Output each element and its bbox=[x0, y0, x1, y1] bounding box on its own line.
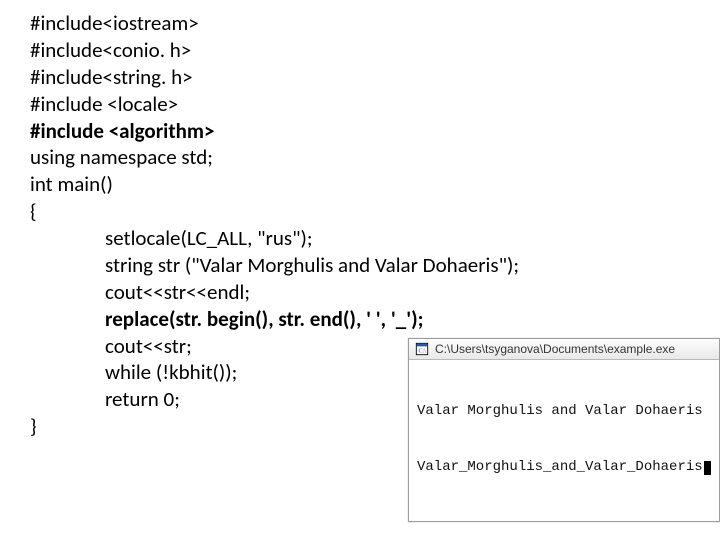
code-line: setlocale(LC_ALL, "rus"); bbox=[30, 225, 720, 252]
console-title-text: C:\Users\tsyganova\Documents\example.exe bbox=[435, 342, 675, 356]
code-line: #include<conio. h> bbox=[30, 37, 720, 64]
exe-icon: C:\ bbox=[415, 342, 429, 356]
console-output-line: Valar Morghulis and Valar Dohaeris bbox=[417, 402, 711, 421]
code-line: #include <locale> bbox=[30, 91, 720, 118]
code-line: cout<<str<<endl; bbox=[30, 279, 720, 306]
code-line: replace(str. begin(), str. end(), ' ', '… bbox=[30, 306, 720, 333]
cursor-icon bbox=[704, 461, 711, 475]
code-line: using namespace std; bbox=[30, 144, 720, 171]
code-line: #include <algorithm> bbox=[30, 118, 720, 145]
code-line: #include<iostream> bbox=[30, 10, 720, 37]
code-line: #include<string. h> bbox=[30, 64, 720, 91]
code-line: { bbox=[30, 198, 720, 225]
console-window: C:\ C:\Users\tsyganova\Documents\example… bbox=[408, 338, 720, 522]
console-output-line: Valar_Morghulis_and_Valar_Dohaeris bbox=[417, 458, 711, 477]
console-body: Valar Morghulis and Valar Dohaeris Valar… bbox=[409, 360, 719, 521]
console-titlebar: C:\ C:\Users\tsyganova\Documents\example… bbox=[409, 339, 719, 360]
svg-text:C:\: C:\ bbox=[419, 348, 427, 354]
code-line: int main() bbox=[30, 171, 720, 198]
code-line: string str ("Valar Morghulis and Valar D… bbox=[30, 252, 720, 279]
